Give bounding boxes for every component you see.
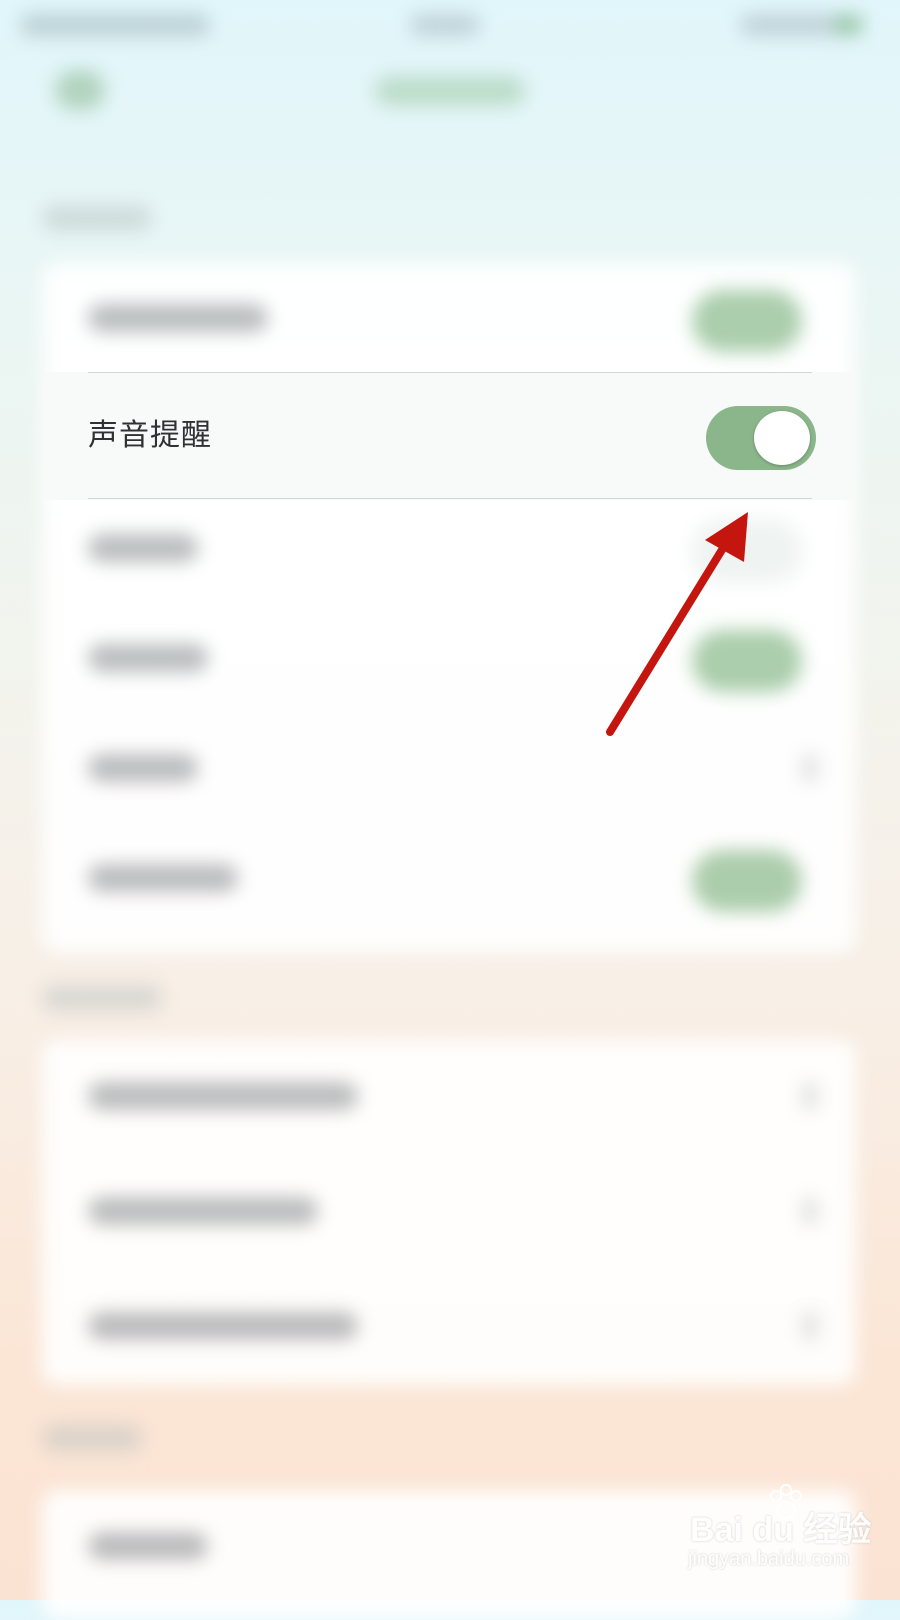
section-title xyxy=(42,985,162,1011)
chevron-right-icon xyxy=(802,1082,818,1110)
settings-card xyxy=(42,1040,856,1385)
settings-row-label xyxy=(88,534,198,562)
settings-row-label xyxy=(88,1082,358,1110)
blurred-background xyxy=(0,0,900,1620)
settings-card xyxy=(42,262,856,952)
row-divider xyxy=(88,498,812,499)
settings-row[interactable] xyxy=(42,712,856,827)
settings-row[interactable] xyxy=(42,1155,856,1270)
row-divider xyxy=(88,372,812,373)
settings-row[interactable] xyxy=(42,1270,856,1385)
toggle-switch[interactable] xyxy=(692,850,802,912)
settings-row-label xyxy=(88,754,198,782)
settings-row-label xyxy=(88,1312,358,1340)
toggle-knob xyxy=(754,411,810,465)
watermark-url: jingyan.baidu.com xyxy=(688,1548,850,1570)
chevron-right-icon xyxy=(802,1197,818,1225)
status-bar xyxy=(0,10,900,40)
settings-row-label xyxy=(88,1532,208,1560)
sound-reminder-row[interactable]: 声音提醒 xyxy=(44,372,856,500)
settings-row[interactable] xyxy=(42,602,856,717)
watermark-logo-text: Bai du 经验 xyxy=(690,1511,872,1549)
toggle-switch[interactable] xyxy=(692,520,802,582)
settings-row[interactable] xyxy=(42,262,856,377)
section-title xyxy=(42,205,152,231)
settings-row-label xyxy=(88,304,268,332)
toggle-switch[interactable] xyxy=(692,630,802,692)
battery-icon xyxy=(835,16,863,34)
nav-title xyxy=(375,76,525,106)
back-arrow-icon[interactable] xyxy=(55,70,105,110)
settings-row[interactable] xyxy=(42,822,856,937)
settings-row-label xyxy=(88,644,208,672)
status-bar-center xyxy=(410,14,480,36)
baidu-watermark: Bai du 经验 jingyan.baidu.com xyxy=(686,1484,876,1580)
settings-row[interactable] xyxy=(42,492,856,607)
toggle-switch[interactable] xyxy=(692,290,802,352)
chevron-right-icon xyxy=(802,1312,818,1340)
settings-row-label xyxy=(88,1197,318,1225)
sound-reminder-label: 声音提醒 xyxy=(88,418,212,453)
chevron-right-icon xyxy=(802,754,818,782)
section-title xyxy=(42,1425,142,1451)
status-bar-time xyxy=(20,14,210,36)
sound-reminder-toggle[interactable] xyxy=(706,406,816,470)
settings-row[interactable] xyxy=(42,1040,856,1155)
settings-row-label xyxy=(88,864,238,892)
